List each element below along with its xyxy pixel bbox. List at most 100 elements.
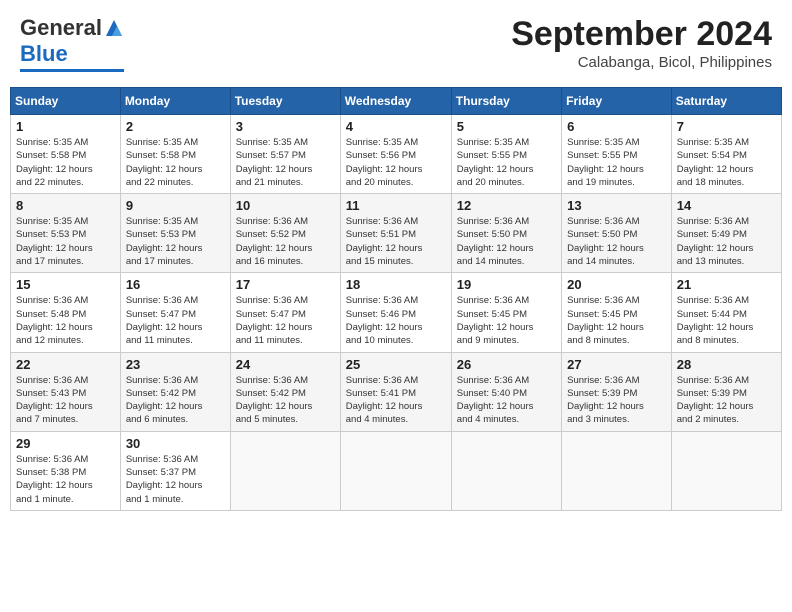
table-cell: 24 Sunrise: 5:36 AM Sunset: 5:42 PM Dayli… bbox=[230, 352, 340, 431]
day-number: 3 bbox=[236, 119, 335, 134]
day-number: 9 bbox=[126, 198, 225, 213]
day-number: 21 bbox=[677, 277, 776, 292]
table-cell: 5 Sunrise: 5:35 AM Sunset: 5:55 PM Daylig… bbox=[451, 115, 561, 194]
week-row-1: 1 Sunrise: 5:35 AM Sunset: 5:58 PM Daylig… bbox=[11, 115, 782, 194]
day-number: 2 bbox=[126, 119, 225, 134]
day-number: 13 bbox=[567, 198, 666, 213]
table-cell bbox=[562, 431, 672, 510]
logo-blue-text: Blue bbox=[20, 41, 68, 67]
day-info: Sunrise: 5:35 AM Sunset: 5:55 PM Dayligh… bbox=[457, 136, 556, 189]
day-info: Sunrise: 5:35 AM Sunset: 5:54 PM Dayligh… bbox=[677, 136, 776, 189]
day-number: 6 bbox=[567, 119, 666, 134]
day-number: 16 bbox=[126, 277, 225, 292]
table-cell: 8 Sunrise: 5:35 AM Sunset: 5:53 PM Daylig… bbox=[11, 194, 121, 273]
table-cell bbox=[671, 431, 781, 510]
day-info: Sunrise: 5:36 AM Sunset: 5:39 PM Dayligh… bbox=[567, 374, 666, 427]
day-info: Sunrise: 5:36 AM Sunset: 5:46 PM Dayligh… bbox=[346, 294, 446, 347]
table-cell: 16 Sunrise: 5:36 AM Sunset: 5:47 PM Dayli… bbox=[120, 273, 230, 352]
table-cell bbox=[340, 431, 451, 510]
table-cell: 14 Sunrise: 5:36 AM Sunset: 5:49 PM Dayli… bbox=[671, 194, 781, 273]
table-cell: 4 Sunrise: 5:35 AM Sunset: 5:56 PM Daylig… bbox=[340, 115, 451, 194]
week-row-4: 22Sunrise: 5:36 AM Sunset: 5:43 PM Dayli… bbox=[11, 352, 782, 431]
day-info: Sunrise: 5:35 AM Sunset: 5:53 PM Dayligh… bbox=[126, 215, 225, 268]
table-cell: 7Sunrise: 5:35 AM Sunset: 5:54 PM Daylig… bbox=[671, 115, 781, 194]
day-number: 20 bbox=[567, 277, 666, 292]
day-number: 28 bbox=[677, 357, 776, 372]
day-info: Sunrise: 5:36 AM Sunset: 5:47 PM Dayligh… bbox=[126, 294, 225, 347]
day-number: 10 bbox=[236, 198, 335, 213]
week-row-2: 8 Sunrise: 5:35 AM Sunset: 5:53 PM Daylig… bbox=[11, 194, 782, 273]
table-cell bbox=[230, 431, 340, 510]
table-cell: 29 Sunrise: 5:36 AM Sunset: 5:38 PM Dayli… bbox=[11, 431, 121, 510]
day-number: 15 bbox=[16, 277, 115, 292]
day-info: Sunrise: 5:35 AM Sunset: 5:56 PM Dayligh… bbox=[346, 136, 446, 189]
table-cell: 28 Sunrise: 5:36 AM Sunset: 5:39 PM Dayli… bbox=[671, 352, 781, 431]
week-row-5: 29 Sunrise: 5:36 AM Sunset: 5:38 PM Dayli… bbox=[11, 431, 782, 510]
logo-icon bbox=[104, 18, 124, 38]
day-number: 29 bbox=[16, 436, 115, 451]
col-friday: Friday bbox=[562, 88, 672, 115]
day-number: 25 bbox=[346, 357, 446, 372]
table-cell: 11Sunrise: 5:36 AM Sunset: 5:51 PM Dayli… bbox=[340, 194, 451, 273]
day-number: 19 bbox=[457, 277, 556, 292]
table-cell: 2 Sunrise: 5:35 AM Sunset: 5:58 PM Daylig… bbox=[120, 115, 230, 194]
table-cell: 9 Sunrise: 5:35 AM Sunset: 5:53 PM Daylig… bbox=[120, 194, 230, 273]
table-cell: 21Sunrise: 5:36 AM Sunset: 5:44 PM Dayli… bbox=[671, 273, 781, 352]
col-wednesday: Wednesday bbox=[340, 88, 451, 115]
calendar-header-row: Sunday Monday Tuesday Wednesday Thursday… bbox=[11, 88, 782, 115]
day-info: Sunrise: 5:36 AM Sunset: 5:47 PM Dayligh… bbox=[236, 294, 335, 347]
col-thursday: Thursday bbox=[451, 88, 561, 115]
table-cell: 12Sunrise: 5:36 AM Sunset: 5:50 PM Dayli… bbox=[451, 194, 561, 273]
day-info: Sunrise: 5:36 AM Sunset: 5:42 PM Dayligh… bbox=[126, 374, 225, 427]
day-number: 8 bbox=[16, 198, 115, 213]
day-info: Sunrise: 5:36 AM Sunset: 5:41 PM Dayligh… bbox=[346, 374, 446, 427]
logo-underline bbox=[20, 69, 124, 72]
logo: General Blue bbox=[20, 15, 124, 72]
day-info: Sunrise: 5:36 AM Sunset: 5:49 PM Dayligh… bbox=[677, 215, 776, 268]
day-number: 23 bbox=[126, 357, 225, 372]
day-info: Sunrise: 5:36 AM Sunset: 5:39 PM Dayligh… bbox=[677, 374, 776, 427]
day-number: 27 bbox=[567, 357, 666, 372]
week-row-3: 15 Sunrise: 5:36 AM Sunset: 5:48 PM Dayli… bbox=[11, 273, 782, 352]
table-cell: 6 Sunrise: 5:35 AM Sunset: 5:55 PM Daylig… bbox=[562, 115, 672, 194]
day-number: 22 bbox=[16, 357, 115, 372]
table-cell: 26 Sunrise: 5:36 AM Sunset: 5:40 PM Dayli… bbox=[451, 352, 561, 431]
day-number: 24 bbox=[236, 357, 335, 372]
day-number: 1 bbox=[16, 119, 115, 134]
month-title: September 2024 bbox=[511, 15, 772, 54]
day-info: Sunrise: 5:36 AM Sunset: 5:48 PM Dayligh… bbox=[16, 294, 115, 347]
table-cell: 18Sunrise: 5:36 AM Sunset: 5:46 PM Dayli… bbox=[340, 273, 451, 352]
col-saturday: Saturday bbox=[671, 88, 781, 115]
day-info: Sunrise: 5:36 AM Sunset: 5:52 PM Dayligh… bbox=[236, 215, 335, 268]
col-tuesday: Tuesday bbox=[230, 88, 340, 115]
day-number: 11 bbox=[346, 198, 446, 213]
col-monday: Monday bbox=[120, 88, 230, 115]
day-info: Sunrise: 5:35 AM Sunset: 5:53 PM Dayligh… bbox=[16, 215, 115, 268]
table-cell: 25 Sunrise: 5:36 AM Sunset: 5:41 PM Dayli… bbox=[340, 352, 451, 431]
day-info: Sunrise: 5:36 AM Sunset: 5:38 PM Dayligh… bbox=[16, 453, 115, 506]
table-cell: 27 Sunrise: 5:36 AM Sunset: 5:39 PM Dayli… bbox=[562, 352, 672, 431]
table-cell bbox=[451, 431, 561, 510]
day-info: Sunrise: 5:35 AM Sunset: 5:58 PM Dayligh… bbox=[126, 136, 225, 189]
logo-general-text: General bbox=[20, 15, 102, 41]
day-number: 4 bbox=[346, 119, 446, 134]
table-cell: 30Sunrise: 5:36 AM Sunset: 5:37 PM Dayli… bbox=[120, 431, 230, 510]
day-number: 17 bbox=[236, 277, 335, 292]
day-info: Sunrise: 5:36 AM Sunset: 5:42 PM Dayligh… bbox=[236, 374, 335, 427]
table-cell: 23 Sunrise: 5:36 AM Sunset: 5:42 PM Dayli… bbox=[120, 352, 230, 431]
title-block: September 2024 Calabanga, Bicol, Philipp… bbox=[511, 15, 772, 71]
day-number: 5 bbox=[457, 119, 556, 134]
day-number: 26 bbox=[457, 357, 556, 372]
day-info: Sunrise: 5:36 AM Sunset: 5:40 PM Dayligh… bbox=[457, 374, 556, 427]
table-cell: 17 Sunrise: 5:36 AM Sunset: 5:47 PM Dayli… bbox=[230, 273, 340, 352]
table-cell: 22Sunrise: 5:36 AM Sunset: 5:43 PM Dayli… bbox=[11, 352, 121, 431]
day-info: Sunrise: 5:36 AM Sunset: 5:50 PM Dayligh… bbox=[567, 215, 666, 268]
day-info: Sunrise: 5:35 AM Sunset: 5:55 PM Dayligh… bbox=[567, 136, 666, 189]
table-cell: 13 Sunrise: 5:36 AM Sunset: 5:50 PM Dayli… bbox=[562, 194, 672, 273]
table-cell: 3Sunrise: 5:35 AM Sunset: 5:57 PM Daylig… bbox=[230, 115, 340, 194]
day-number: 12 bbox=[457, 198, 556, 213]
table-cell: 15 Sunrise: 5:36 AM Sunset: 5:48 PM Dayli… bbox=[11, 273, 121, 352]
table-cell: 20Sunrise: 5:36 AM Sunset: 5:45 PM Dayli… bbox=[562, 273, 672, 352]
table-cell: 19Sunrise: 5:36 AM Sunset: 5:45 PM Dayli… bbox=[451, 273, 561, 352]
day-number: 14 bbox=[677, 198, 776, 213]
